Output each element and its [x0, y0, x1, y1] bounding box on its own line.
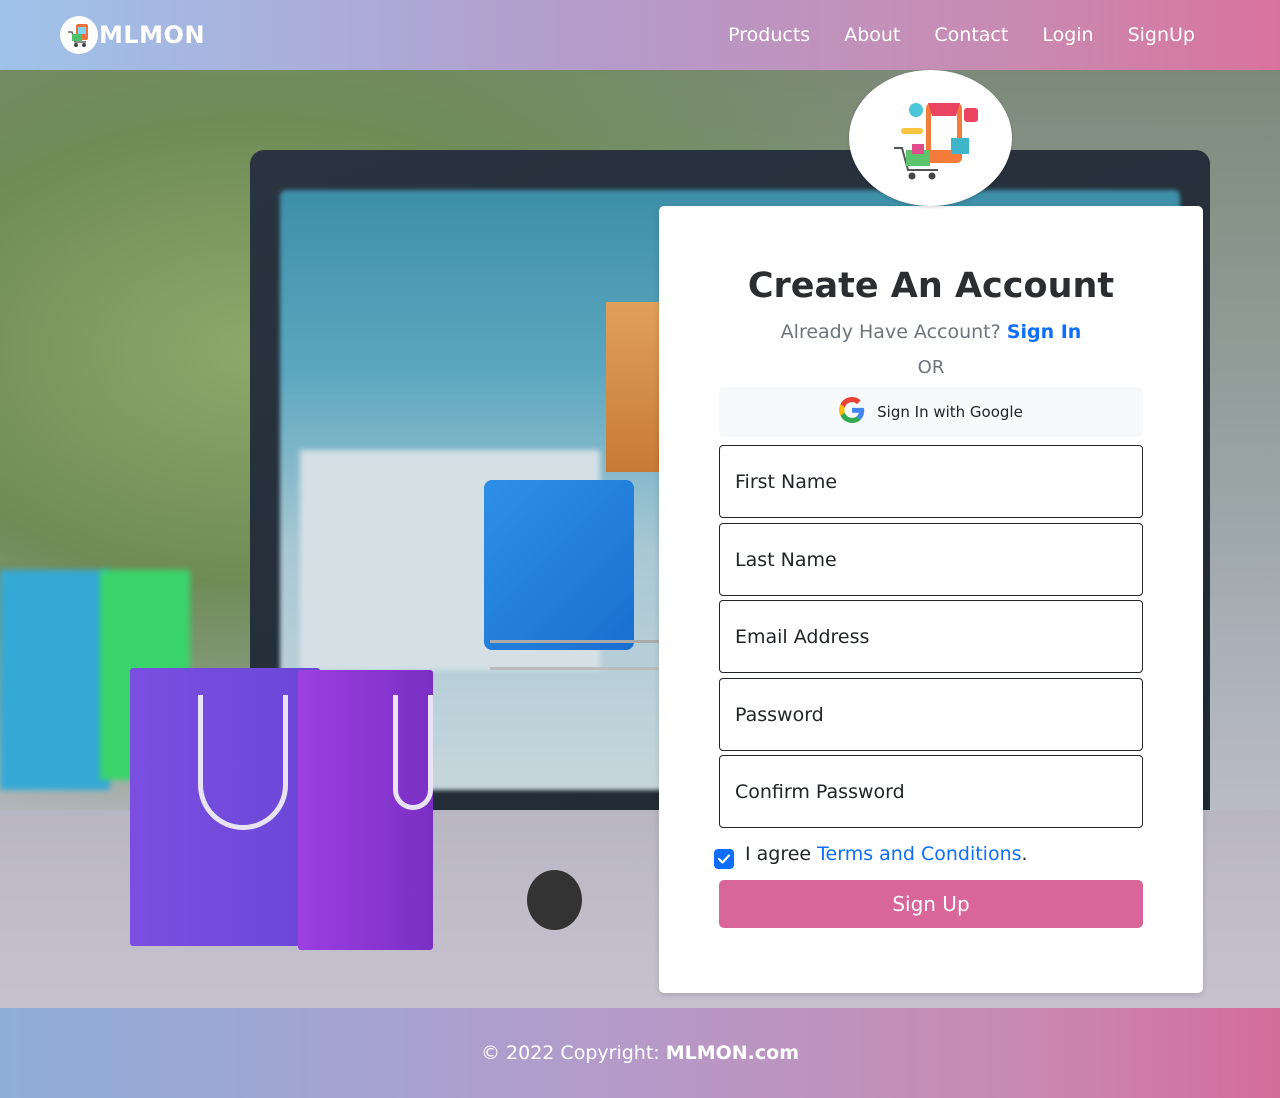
email-field[interactable]	[719, 600, 1143, 673]
brand-link[interactable]: MLMON	[60, 16, 205, 54]
terms-checkbox[interactable]	[714, 849, 734, 869]
google-signin-label: Sign In with Google	[877, 403, 1023, 421]
google-signin-button[interactable]: Sign In with Google	[719, 387, 1143, 437]
nav-link-signup[interactable]: SignUp	[1128, 24, 1195, 46]
blue-bag-shape	[0, 570, 110, 790]
terms-link[interactable]: Terms and Conditions	[817, 843, 1021, 865]
agree-text: I agree	[745, 842, 812, 865]
confirm-password-field[interactable]	[719, 755, 1143, 828]
nav-link-login[interactable]: Login	[1042, 24, 1093, 46]
brand-name: MLMON	[99, 21, 206, 49]
copyright-text: © 2022 Copyright:	[481, 1042, 660, 1064]
footer-site-link[interactable]: MLMON.com	[666, 1042, 799, 1064]
bag-handle-shape	[393, 695, 433, 810]
terms-period: .	[1021, 842, 1028, 865]
nav-link-products[interactable]: Products	[728, 24, 810, 46]
or-divider: OR	[917, 357, 945, 378]
nav-link-contact[interactable]: Contact	[934, 24, 1008, 46]
cart-blue-panel	[484, 480, 634, 650]
cart-wheel-shape	[527, 870, 582, 930]
shopping-logo-icon	[849, 70, 1012, 206]
terms-agreement: I agree Terms and Conditions.	[714, 838, 1028, 869]
signin-link[interactable]: Sign In	[1007, 321, 1082, 343]
nav-links: Products About Contact Login SignUp	[694, 0, 1195, 70]
nav-link-about[interactable]: About	[844, 24, 900, 46]
password-field[interactable]	[719, 678, 1143, 751]
footer: © 2022 Copyright: MLMON.com	[0, 1008, 1280, 1098]
signin-prompt: Already Have Account? Sign In	[659, 321, 1203, 343]
check-icon	[717, 854, 731, 864]
last-name-field[interactable]	[719, 523, 1143, 596]
google-icon	[839, 397, 865, 427]
navbar: MLMON Products About Contact Login SignU…	[0, 0, 1280, 70]
brand-logo-icon	[60, 16, 98, 54]
cart-box-shape	[606, 302, 666, 472]
cart-wire-shape	[490, 640, 670, 670]
bag-handle-shape	[198, 695, 288, 830]
page-title: Create An Account	[747, 266, 1115, 306]
signin-prompt-text: Already Have Account?	[780, 321, 1001, 343]
signup-button[interactable]: Sign Up	[719, 880, 1143, 928]
first-name-field[interactable]	[719, 445, 1143, 518]
